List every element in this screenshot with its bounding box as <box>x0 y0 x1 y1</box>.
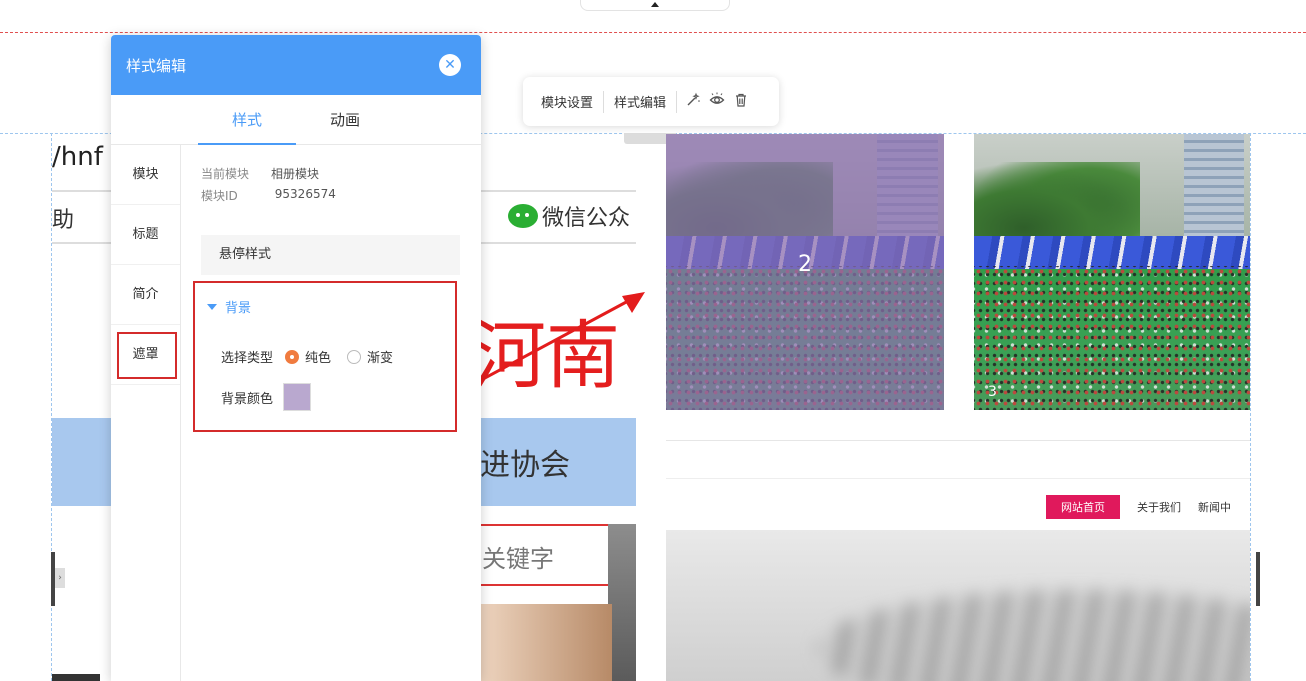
panel-title: 样式编辑 <box>126 56 187 75</box>
side-item-intro[interactable]: 简介 <box>111 265 180 325</box>
bg-color-row: 背景颜色 <box>221 383 312 411</box>
photo-number: 3 <box>988 384 997 400</box>
photo-number: 2 <box>798 252 812 277</box>
side-item-module[interactable]: 模块 <box>111 145 180 205</box>
bg-photo-blur <box>472 604 612 681</box>
module-id-row: 模块ID 95326574 <box>201 187 336 204</box>
section-boundary-line <box>0 32 1306 33</box>
bg-nav-text: 助 <box>52 208 75 233</box>
tab-animation[interactable]: 动画 <box>296 95 394 144</box>
panel-header: 样式编辑 ✕ <box>111 35 481 95</box>
bg-big-title: 河南 <box>472 313 620 399</box>
bg-dark-bar <box>52 674 100 681</box>
module-id-value: 95326574 <box>274 187 336 201</box>
side-item-label: 简介 <box>132 287 159 302</box>
radio-solid-label[interactable]: 纯色 <box>305 347 331 366</box>
mini-site-nav: 网站首页 关于我们 新闻中 <box>1046 495 1231 519</box>
caret-up-icon <box>651 2 659 7</box>
background-section-toggle[interactable]: 背景 <box>207 297 251 316</box>
style-editor-panel: 样式编辑 ✕ 样式 动画 模块 标题 简介 遮罩 当前模块 相册模块 模块ID … <box>111 35 481 681</box>
side-item-label: 模块 <box>132 167 159 182</box>
trash-icon[interactable] <box>733 92 749 112</box>
side-item-label: 标题 <box>132 227 159 242</box>
current-module-value: 相册模块 <box>271 167 320 181</box>
chevron-right-icon: › <box>55 568 65 588</box>
bg-color-swatch[interactable] <box>283 383 312 411</box>
gallery-photo-3[interactable]: 3 <box>974 134 1250 410</box>
background-section-label: 背景 <box>225 301 252 316</box>
gallery-photo-2[interactable]: 2 <box>666 134 944 410</box>
panel-side-nav: 模块 标题 简介 遮罩 <box>111 145 181 681</box>
module-settings-button[interactable]: 模块设置 <box>541 92 593 111</box>
caret-down-icon <box>207 303 217 310</box>
close-icon[interactable]: ✕ <box>439 54 461 76</box>
side-item-mask[interactable]: 遮罩 <box>111 325 180 385</box>
module-id-label: 模块ID <box>201 189 238 203</box>
panel-body: 模块 标题 简介 遮罩 当前模块 相册模块 模块ID 95326574 悬停样式… <box>111 145 481 681</box>
radio-gradient-label[interactable]: 渐变 <box>367 347 393 366</box>
module-toolbar: 模块设置 样式编辑 <box>523 77 779 126</box>
top-collapse-handle[interactable] <box>580 0 730 11</box>
tab-style[interactable]: 样式 <box>198 95 296 145</box>
magic-wand-icon[interactable] <box>685 92 701 112</box>
bg-wechat: 微信公众 <box>508 200 630 232</box>
radio-solid[interactable] <box>285 349 300 364</box>
bg-photo-strip <box>608 524 636 681</box>
panel-content: 当前模块 相册模块 模块ID 95326574 悬停样式 背景 选择类型 纯色 … <box>181 145 481 681</box>
panel-tabs: 样式 动画 <box>111 95 481 145</box>
mini-site-banner <box>666 530 1250 681</box>
select-type-row: 选择类型 纯色 渐变 <box>221 347 397 366</box>
style-edit-button[interactable]: 样式编辑 <box>614 92 666 111</box>
bg-url-text: /hnf <box>52 142 103 172</box>
bg-wechat-label: 微信公众 <box>542 206 631 231</box>
radio-gradient[interactable] <box>347 349 362 364</box>
mini-site-header: 网站首页 关于我们 新闻中 <box>666 478 1250 530</box>
wechat-icon <box>508 204 538 228</box>
mini-nav-about: 关于我们 <box>1137 501 1181 514</box>
hover-style-section[interactable]: 悬停样式 <box>201 235 460 275</box>
eye-icon[interactable] <box>709 92 725 112</box>
side-item-title[interactable]: 标题 <box>111 205 180 265</box>
bg-search-placeholder: 关键字 <box>482 545 554 573</box>
left-resize-handle[interactable]: › <box>51 552 65 606</box>
bg-band-text: 进协会 <box>480 448 570 483</box>
bg-color-label: 背景颜色 <box>221 391 274 407</box>
module-guide-right <box>1250 133 1251 681</box>
current-module-label: 当前模块 <box>201 167 250 181</box>
select-type-label: 选择类型 <box>221 351 274 366</box>
mini-nav-news: 新闻中 <box>1198 501 1231 514</box>
annotation-highlight-box <box>117 332 177 379</box>
mini-nav-home: 网站首页 <box>1046 495 1120 519</box>
gallery-divider <box>666 440 1250 441</box>
current-module-row: 当前模块 相册模块 <box>201 165 319 182</box>
